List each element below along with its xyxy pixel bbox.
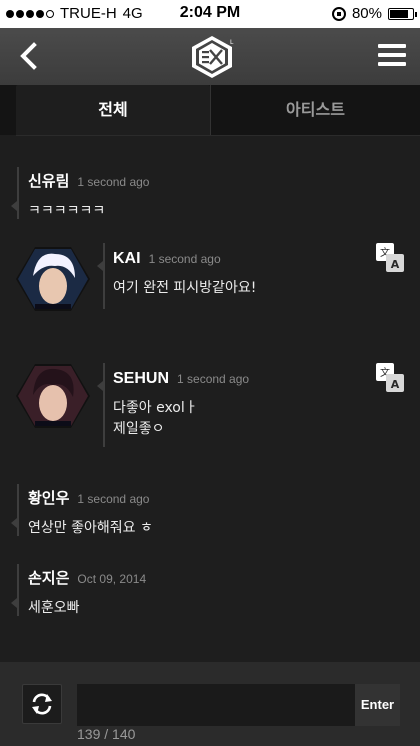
exo-logo-icon[interactable]: L [188, 34, 236, 80]
feed-divider [16, 135, 420, 136]
comment-item: 황인우 1 second ago 연상만 좋아해줘요 ㅎ [0, 480, 420, 540]
artist-post: SEHUN 1 second ago 다좋아 exolㅏ 제일좋ㅇ 文 A [0, 363, 420, 453]
status-bar: TRUE-H 4G 2:04 PM 80% [0, 0, 420, 28]
comment-input-bar: Enter 139 / 140 [0, 662, 420, 746]
comment-input[interactable] [77, 684, 355, 726]
avatar-kai[interactable] [15, 246, 91, 312]
hamburger-menu-icon [378, 44, 406, 48]
comment-text: ㅋㅋㅋㅋㅋㅋ [28, 203, 106, 219]
artist-name: SEHUN [113, 370, 170, 387]
tab-all[interactable]: 전체 [16, 85, 210, 135]
translate-icon[interactable]: 文 A [376, 243, 404, 273]
comment-time: Oct 09, 2014 [77, 572, 147, 586]
menu-button[interactable] [378, 44, 406, 68]
refresh-icon [32, 693, 52, 715]
post-time: 1 second ago [177, 372, 250, 386]
svg-text:A: A [391, 258, 400, 271]
back-button[interactable] [14, 40, 44, 72]
comment-author: 손지은 [28, 569, 70, 587]
character-counter: 139 / 140 [77, 726, 136, 742]
post-text-line-2: 제일좋ㅇ [113, 421, 165, 437]
comment-item: 손지은 Oct 09, 2014 세훈오빠 [0, 560, 420, 620]
translate-icon[interactable]: 文 A [376, 363, 404, 393]
status-right: 80% [331, 5, 417, 22]
svg-text:L: L [230, 39, 234, 46]
tab-bar: 전체 아티스트 [0, 85, 420, 135]
post-text-line-1: 다좋아 exolㅏ [113, 400, 198, 416]
svg-text:A: A [391, 378, 400, 391]
enter-button[interactable]: Enter [355, 684, 400, 726]
battery-icon [388, 7, 417, 20]
comment-time: 1 second ago [77, 492, 150, 506]
artist-post: KAI 1 second ago 여기 완전 피시방같아요! 文 A [0, 243, 420, 323]
chevron-left-icon [20, 42, 37, 70]
artist-name: KAI [113, 250, 141, 267]
top-nav: L [0, 28, 420, 85]
comment-author: 신유림 [28, 172, 70, 190]
comment-author: 황인우 [28, 489, 70, 507]
tab-artists[interactable]: 아티스트 [210, 85, 420, 135]
post-text: 여기 완전 피시방같아요! [113, 280, 257, 296]
orientation-lock-icon [331, 6, 346, 21]
comment-item: 신유림 1 second ago ㅋㅋㅋㅋㅋㅋ [0, 163, 420, 223]
refresh-button[interactable] [22, 684, 62, 724]
comment-feed[interactable]: 신유림 1 second ago ㅋㅋㅋㅋㅋㅋ KAI 1 second ago 여… [0, 135, 420, 662]
avatar-sehun[interactable] [15, 363, 91, 429]
post-time: 1 second ago [148, 252, 221, 266]
comment-time: 1 second ago [77, 175, 150, 189]
comment-text: 세훈오빠 [28, 600, 80, 616]
battery-percent: 80% [351, 5, 382, 22]
comment-text: 연상만 좋아해줘요 ㅎ [28, 520, 153, 536]
